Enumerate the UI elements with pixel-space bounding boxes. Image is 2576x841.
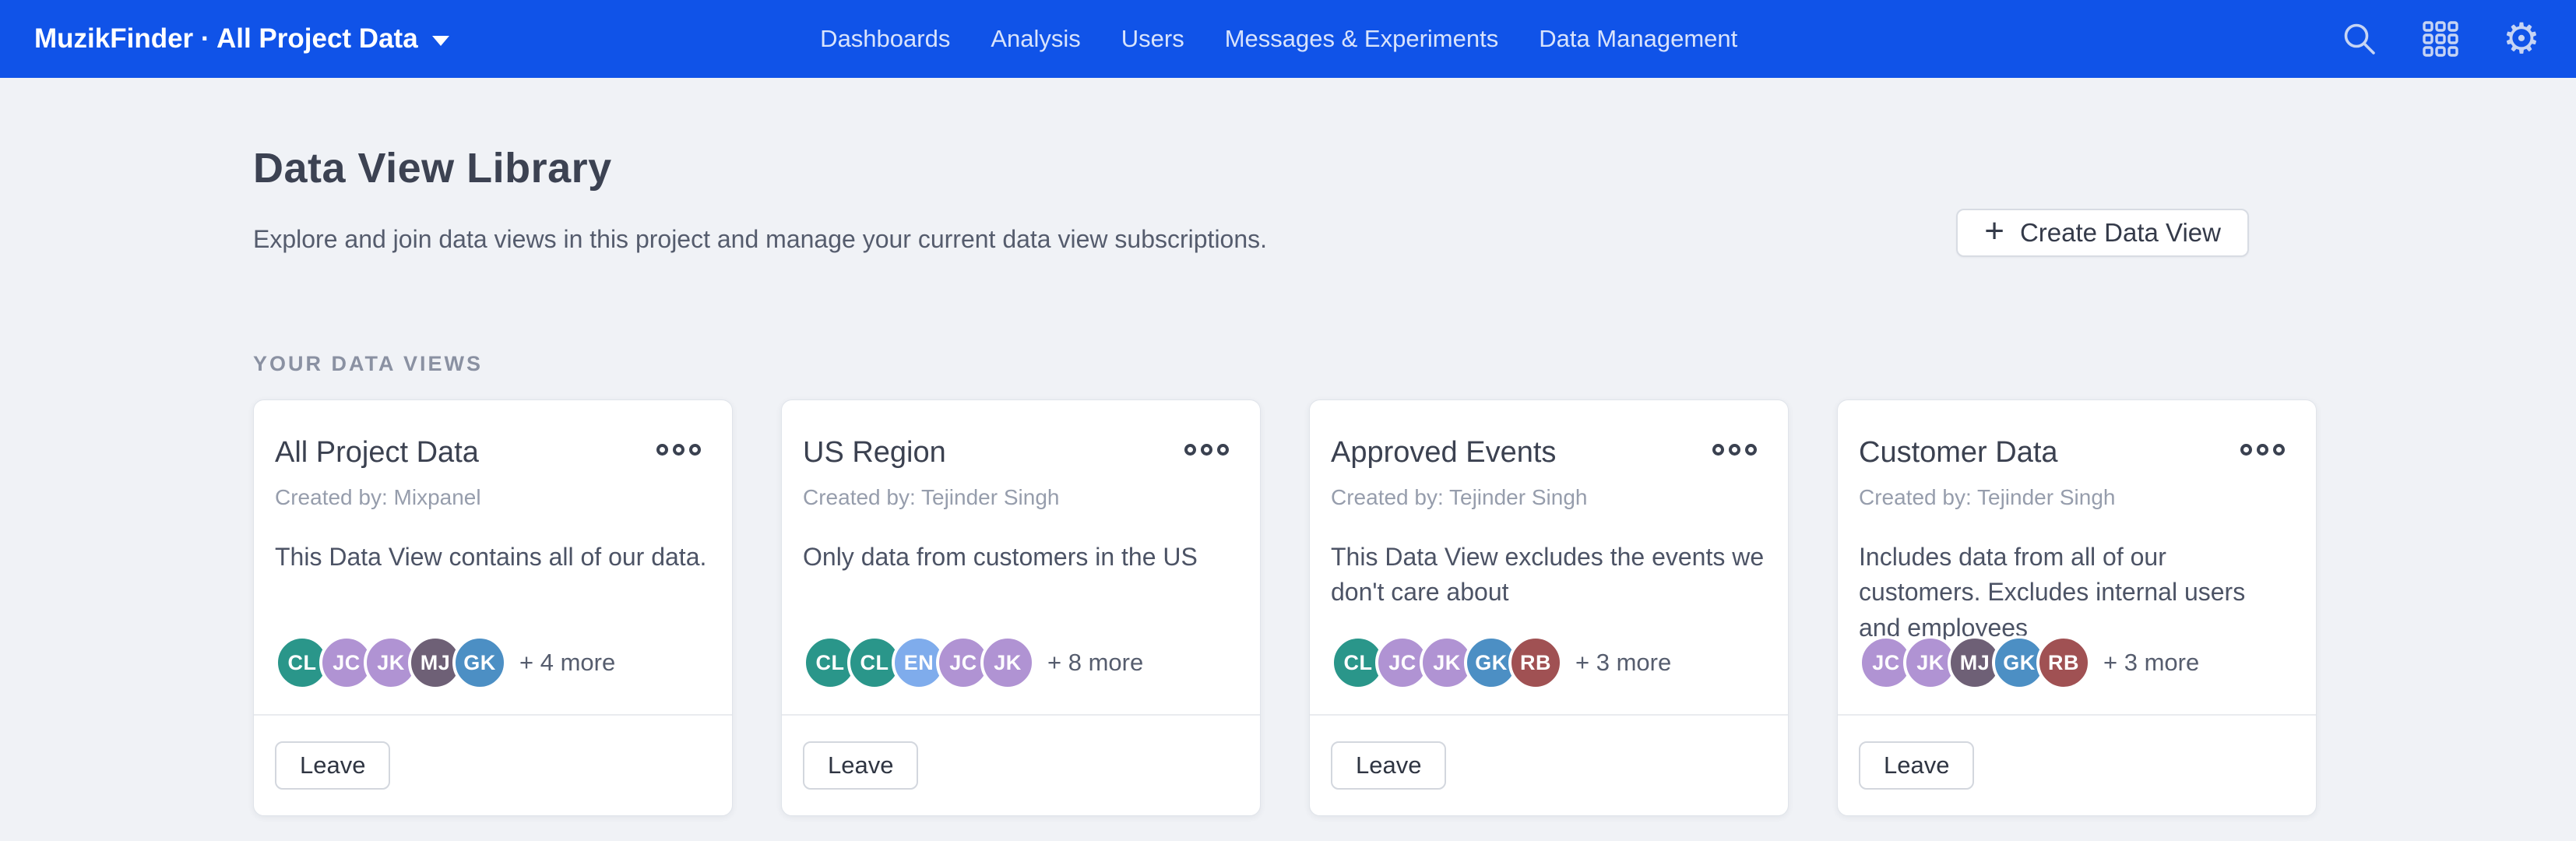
avatar: RB	[2036, 635, 2091, 690]
card-created-by: Created by: Tejinder Singh	[1310, 470, 1788, 510]
project-switcher-label: MuzikFinder · All Project Data	[34, 23, 418, 55]
card-overflow-menu-icon[interactable]	[656, 444, 701, 456]
data-view-card-us-region: US Region Created by: Tejinder Singh Onl…	[781, 399, 1261, 816]
create-data-view-label: Create Data View	[2020, 218, 2221, 248]
member-avatar-stack: CL CL EN JC JK + 8 more	[803, 635, 1143, 690]
card-title: Approved Events	[1331, 436, 1556, 470]
settings-gear-icon[interactable]: ⚙	[2501, 19, 2542, 59]
dot	[2257, 444, 2268, 456]
leave-button[interactable]: Leave	[803, 741, 918, 790]
card-created-by: Created by: Tejinder Singh	[782, 470, 1260, 510]
avatar: RB	[1508, 635, 1563, 690]
card-footer: Leave	[1838, 714, 2316, 815]
card-title: Customer Data	[1859, 436, 2058, 470]
more-members-label: + 3 more	[2103, 649, 2199, 677]
dot	[1712, 444, 1724, 456]
nav-item-data-management[interactable]: Data Management	[1539, 25, 1737, 53]
data-view-card-all-project-data: All Project Data Created by: Mixpanel Th…	[253, 399, 733, 816]
your-data-views-heading: YOUR DATA VIEWS	[253, 352, 2317, 376]
member-avatar-stack: CL JC JK MJ GK + 4 more	[275, 635, 615, 690]
search-icon[interactable]	[2339, 19, 2380, 59]
card-title: US Region	[803, 436, 946, 470]
dot	[1729, 444, 1740, 456]
leave-button[interactable]: Leave	[275, 741, 390, 790]
card-footer: Leave	[782, 714, 1260, 815]
card-description: This Data View contains all of our data.	[254, 510, 732, 575]
page-subtitle: Explore and join data views in this proj…	[253, 225, 1267, 254]
dot	[673, 444, 684, 456]
leave-button[interactable]: Leave	[1859, 741, 1974, 790]
card-description: Only data from customers in the US	[782, 510, 1260, 575]
card-title: All Project Data	[275, 436, 479, 470]
more-members-label: + 8 more	[1047, 649, 1143, 677]
nav-item-messages-experiments[interactable]: Messages & Experiments	[1225, 25, 1498, 53]
member-avatar-stack: CL JC JK GK RB + 3 more	[1331, 635, 1671, 690]
topbar-icon-group: ⚙	[2339, 19, 2542, 59]
dot	[1201, 444, 1212, 456]
chevron-down-icon	[432, 36, 449, 46]
nav-item-dashboards[interactable]: Dashboards	[820, 25, 950, 53]
card-head: All Project Data	[254, 400, 732, 470]
card-overflow-menu-icon[interactable]	[2240, 444, 2285, 456]
card-created-by: Created by: Tejinder Singh	[1838, 470, 2316, 510]
data-view-card-approved-events: Approved Events Created by: Tejinder Sin…	[1309, 399, 1789, 816]
primary-nav: Dashboards Analysis Users Messages & Exp…	[820, 0, 1737, 78]
avatar: GK	[452, 635, 507, 690]
card-head: Approved Events	[1310, 400, 1788, 470]
data-view-card-grid: All Project Data Created by: Mixpanel Th…	[253, 399, 2317, 816]
member-avatar-stack: JC JK MJ GK RB + 3 more	[1859, 635, 2199, 690]
card-footer: Leave	[1310, 714, 1788, 815]
dot	[1217, 444, 1229, 456]
page-header-text: Data View Library Explore and join data …	[253, 144, 1267, 254]
page-title: Data View Library	[253, 144, 1267, 192]
nav-item-users[interactable]: Users	[1121, 25, 1184, 53]
card-overflow-menu-icon[interactable]	[1712, 444, 1757, 456]
card-description: Includes data from all of our customers.…	[1838, 510, 2316, 646]
data-view-library-page: Data View Library Explore and join data …	[0, 78, 2576, 816]
card-overflow-menu-icon[interactable]	[1184, 444, 1229, 456]
dot	[2240, 444, 2252, 456]
dot	[656, 444, 668, 456]
dot	[1745, 444, 1757, 456]
dot	[2273, 444, 2285, 456]
card-footer: Leave	[254, 714, 732, 815]
card-description: This Data View excludes the events we do…	[1310, 510, 1788, 611]
card-head: Customer Data	[1838, 400, 2316, 470]
avatar: JK	[980, 635, 1035, 690]
top-nav-bar: MuzikFinder · All Project Data Dashboard…	[0, 0, 2576, 78]
nav-item-analysis[interactable]: Analysis	[991, 25, 1080, 53]
project-switcher[interactable]: MuzikFinder · All Project Data	[34, 23, 449, 55]
apps-grid-icon[interactable]	[2420, 19, 2461, 59]
card-head: US Region	[782, 400, 1260, 470]
more-members-label: + 4 more	[519, 649, 615, 677]
data-view-card-customer-data: Customer Data Created by: Tejinder Singh…	[1837, 399, 2317, 816]
leave-button[interactable]: Leave	[1331, 741, 1446, 790]
more-members-label: + 3 more	[1575, 649, 1671, 677]
create-data-view-button[interactable]: + Create Data View	[1956, 209, 2249, 257]
card-created-by: Created by: Mixpanel	[254, 470, 732, 510]
dot	[689, 444, 701, 456]
page-header-row: Data View Library Explore and join data …	[253, 144, 2317, 257]
dot	[1184, 444, 1196, 456]
